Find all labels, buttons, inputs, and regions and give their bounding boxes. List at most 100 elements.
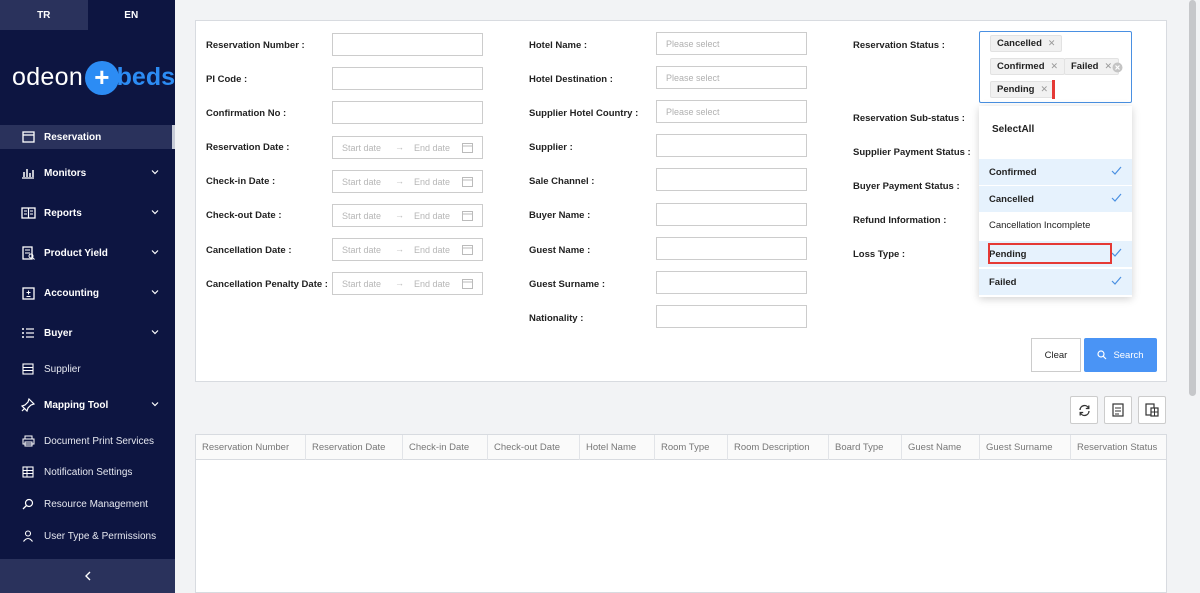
arrow-right-icon: → [395,278,404,288]
column-header[interactable]: Check-in Date [403,435,488,460]
sidebar-item-resource-management[interactable]: Resource Management [0,492,175,516]
sale-channel-input[interactable] [656,168,807,191]
guest-surname-label: Guest Surname : [529,279,606,290]
pi-code-input[interactable] [332,67,483,90]
reservation-number-input[interactable] [332,33,483,56]
list-icon [20,326,36,340]
cancellation-date-range[interactable]: Start date → End date [332,238,483,261]
arrow-right-icon: → [395,210,404,220]
sidebar-item-mapping-tool[interactable]: Mapping Tool [0,393,175,417]
supplier-input[interactable] [656,134,807,157]
calendar-icon [462,177,473,187]
calendar-icon [462,143,473,153]
sidebar-item-label: Resource Management [44,498,148,510]
reservation-icon [20,130,36,144]
sidebar-item-accounting[interactable]: Accounting [0,281,175,305]
column-header[interactable]: Hotel Name [580,435,655,460]
column-header[interactable]: Room Description [728,435,829,460]
calendar-icon [462,211,473,221]
chevron-down-icon [151,250,159,255]
search-button[interactable]: Search [1084,338,1157,372]
end-date-placeholder: End date [414,279,451,289]
logo-text-right: beds [116,63,175,91]
page-scrollbar[interactable] [1186,0,1200,593]
sidebar-item-document-print-services[interactable]: Document Print Services [0,429,175,453]
dropdown-option-failed[interactable]: Failed [979,269,1132,295]
cancellation-penalty-date-range[interactable]: Start date → End date [332,272,483,295]
option-label: Cancellation Incomplete [989,219,1091,231]
column-header[interactable]: Reservation Number [196,435,306,460]
sidebar-item-product-yield[interactable]: Product Yield [0,241,175,265]
column-header[interactable]: Reservation Status [1071,435,1166,460]
csv-file-icon [1112,403,1124,417]
dropdown-option-cancellation-incomplete[interactable]: Cancellation Incomplete [979,212,1132,238]
clear-button[interactable]: Clear [1031,338,1081,372]
clear-all-icon[interactable] [1112,62,1123,73]
confirmation-no-input[interactable] [332,101,483,124]
option-label: Failed [989,276,1017,288]
column-header[interactable]: Guest Surname [980,435,1071,460]
arrow-right-icon: → [395,176,404,186]
lang-en-button[interactable]: EN [87,0,175,30]
sidebar-collapse-button[interactable] [0,559,175,593]
remove-chip-icon[interactable]: ✕ [1040,84,1048,95]
buyer-name-label: Buyer Name : [529,210,591,221]
cancellation-penalty-date-label: Cancellation Penalty Date : [206,279,328,290]
check-icon [1111,248,1122,257]
supplier-hotel-country-select[interactable]: Please select [656,100,807,123]
nationality-input[interactable] [656,305,807,328]
checkout-date-range[interactable]: Start date → End date [332,204,483,227]
table-icon [20,465,36,479]
column-header[interactable]: Reservation Date [306,435,403,460]
remove-chip-icon[interactable]: ✕ [1104,61,1112,72]
column-header[interactable]: Guest Name [902,435,980,460]
guest-surname-input[interactable] [656,271,807,294]
chip-label: Failed [1071,61,1099,72]
remove-chip-icon[interactable]: ✕ [1048,38,1056,49]
refresh-button[interactable] [1070,396,1098,424]
export-csv-button[interactable] [1104,396,1132,424]
text-cursor [1052,80,1055,99]
sidebar-item-monitors[interactable]: Monitors [0,161,175,185]
select-all-option[interactable]: SelectAll [992,124,1034,135]
check-icon [1111,166,1122,175]
sidebar-item-supplier[interactable]: Supplier [0,357,175,381]
remove-chip-icon[interactable]: ✕ [1051,61,1059,72]
checkin-date-range[interactable]: Start date → End date [332,170,483,193]
sidebar-item-user-type-permissions[interactable]: User Type & Permissions [0,524,175,548]
start-date-placeholder: Start date [342,279,382,289]
calculator-icon [20,286,36,300]
start-date-placeholder: Start date [342,177,382,187]
dropdown-option-cancelled[interactable]: Cancelled [979,186,1132,212]
supplier-label: Supplier : [529,142,573,153]
column-header[interactable]: Board Type [829,435,902,460]
export-excel-button[interactable] [1138,396,1166,424]
reservation-date-label: Reservation Date : [206,142,290,153]
hotel-name-select[interactable]: Please select [656,32,807,55]
sidebar-item-reservation[interactable]: Reservation [0,125,175,149]
chip-label: Pending [997,84,1035,95]
buyer-payment-status-label: Buyer Payment Status : [853,181,960,192]
hotel-destination-label: Hotel Destination : [529,74,613,85]
hotel-destination-select[interactable]: Please select [656,66,807,89]
sidebar-item-reports[interactable]: Reports [0,201,175,225]
reservation-date-range[interactable]: Start date → End date [332,136,483,159]
pin-icon [20,398,36,412]
guest-name-input[interactable] [656,237,807,260]
scrollbar-thumb[interactable] [1189,0,1196,396]
buyer-name-input[interactable] [656,203,807,226]
sidebar-item-buyer[interactable]: Buyer [0,321,175,345]
column-header[interactable]: Room Type [655,435,728,460]
refresh-icon [1078,404,1090,416]
dropdown-option-confirmed[interactable]: Confirmed [979,159,1132,185]
lang-tr-button[interactable]: TR [0,0,88,30]
start-date-placeholder: Start date [342,211,382,221]
sidebar-item-notification-settings[interactable]: Notification Settings [0,460,175,484]
sidebar-item-label: Reports [44,207,82,219]
cancellation-date-label: Cancellation Date : [206,245,292,256]
check-icon [1111,276,1122,285]
user-icon [20,529,36,543]
column-header[interactable]: Check-out Date [488,435,580,460]
calendar-icon [462,245,473,255]
checkout-date-label: Check-out Date : [206,210,282,221]
